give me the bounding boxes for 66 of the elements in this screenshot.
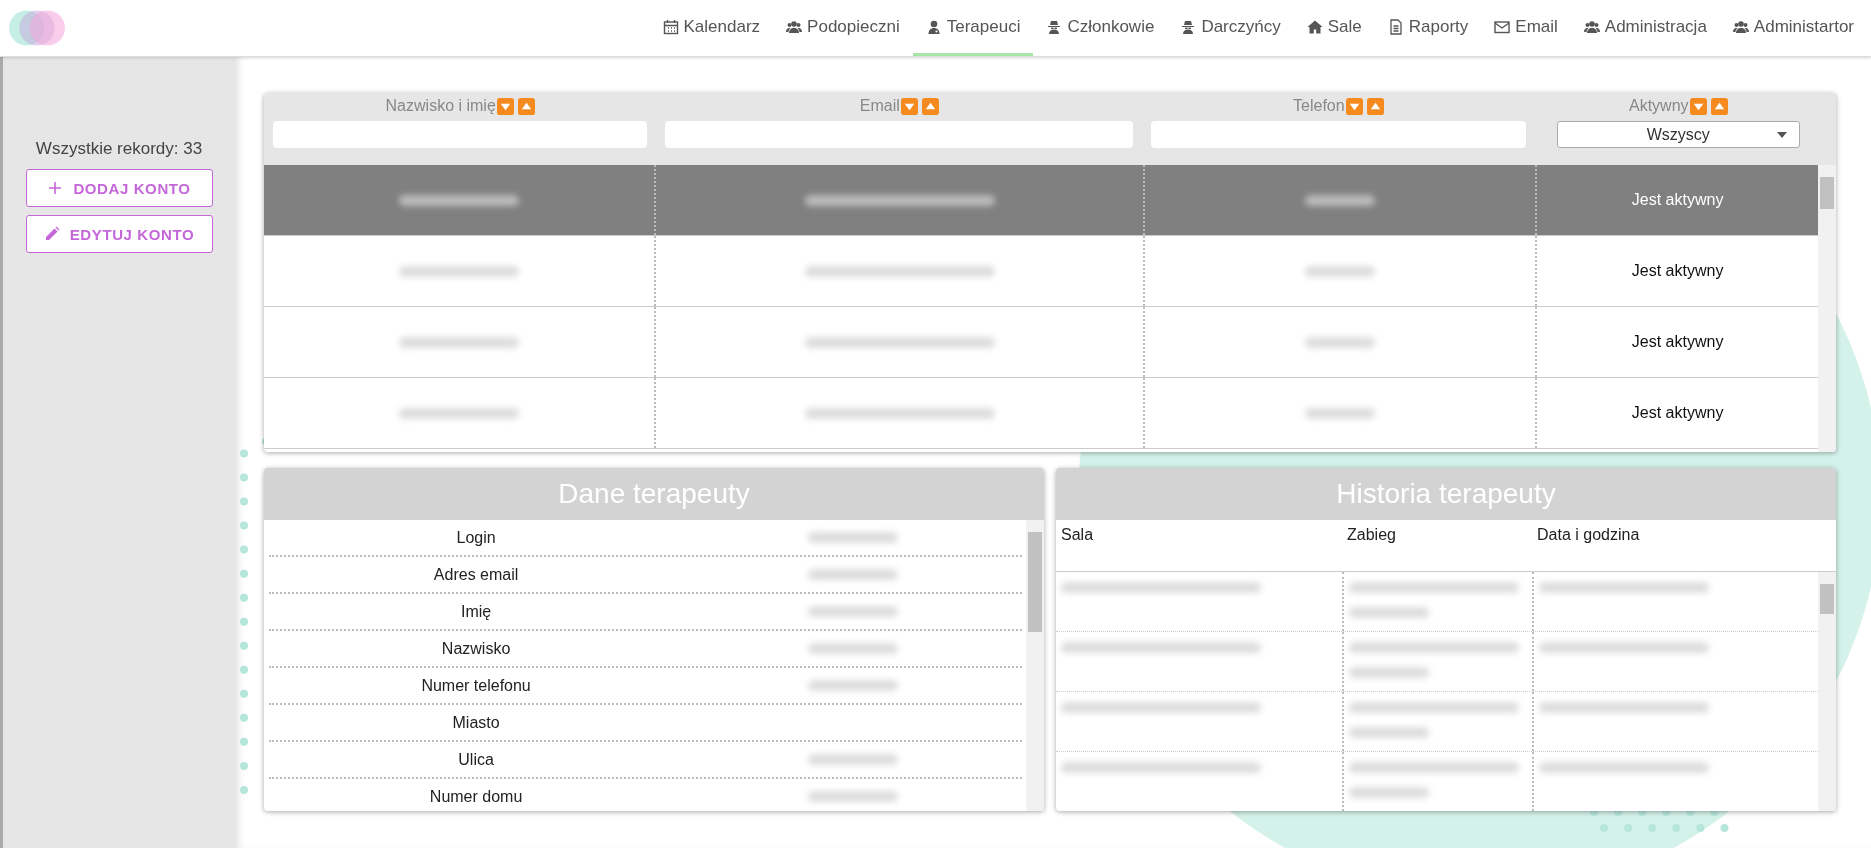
nav-tab[interactable]: Email (1481, 0, 1571, 56)
field-label: Nazwisko (440, 639, 512, 658)
field-label: Numer domu (428, 787, 524, 806)
column-header: Email (859, 97, 900, 115)
sort-ascending-icon[interactable] (1710, 97, 1728, 115)
nav-tab[interactable]: Terapeuci (912, 0, 1034, 56)
field-label: Miasto (451, 713, 501, 732)
scrollbar[interactable] (1818, 165, 1836, 452)
users-icon (1732, 18, 1749, 35)
field-label: Login (455, 528, 497, 547)
record-count: Wszystkie rekordy: 33 (35, 139, 203, 159)
table-row[interactable]: Jest aktywny (264, 378, 1818, 449)
column-header: Telefon (1293, 97, 1345, 115)
column-header: Sala (1060, 526, 1095, 545)
nav-tab[interactable]: Administracja (1570, 0, 1720, 56)
column-header: Aktywny (1629, 97, 1689, 115)
nav-tab[interactable]: Raporty (1374, 0, 1482, 56)
status-text: Jest aktywny (1631, 262, 1724, 280)
pencil-icon (43, 226, 60, 242)
nav-tab[interactable]: Administartor (1719, 0, 1867, 56)
status-text: Jest aktywny (1631, 404, 1724, 422)
field-label: Adres email (432, 565, 520, 584)
filter-field[interactable] (1151, 121, 1526, 148)
column-header: Zabieg (1346, 526, 1397, 545)
column-header: Nazwisko i imię (385, 97, 496, 115)
logo-icon (8, 9, 66, 47)
column-header: Data i godzina (1536, 526, 1641, 545)
field-label: Numer telefonu (420, 676, 532, 695)
status-text: Jest aktywny (1631, 333, 1724, 351)
scrollbar[interactable] (1818, 572, 1836, 811)
calendar-icon (662, 18, 679, 35)
status-dropdown[interactable]: Wszyscy (1557, 121, 1800, 148)
nav-tab[interactable]: Kalendarz (649, 0, 774, 56)
nav-tab[interactable]: Darczyńcy (1167, 0, 1294, 56)
blurred-text (1305, 407, 1376, 419)
field-label: Imię (459, 602, 493, 621)
sort-ascending-icon[interactable] (1366, 97, 1384, 115)
nav-tab[interactable]: Członkowie (1033, 0, 1168, 56)
filter-field[interactable] (273, 121, 648, 148)
sort-descending-icon[interactable] (1689, 97, 1707, 115)
plus-icon (47, 180, 64, 196)
home-icon (1306, 18, 1323, 35)
nav-tab[interactable]: Sale (1293, 0, 1375, 56)
table-row[interactable]: Jest aktywny (264, 236, 1818, 307)
sort-descending-icon[interactable] (496, 97, 514, 115)
table-row[interactable]: Jest aktywny (264, 307, 1818, 378)
sort-descending-icon[interactable] (1345, 97, 1363, 115)
hat-person-icon (1180, 18, 1197, 35)
status-text: Jest aktywny (1631, 191, 1724, 209)
users-icon (786, 18, 803, 35)
document-icon (1387, 18, 1404, 35)
scrollbar[interactable] (1026, 520, 1044, 811)
blurred-text (1305, 194, 1376, 206)
blurred-text (1305, 336, 1376, 348)
caret-icon (1776, 131, 1787, 138)
sort-ascending-icon[interactable] (517, 97, 535, 115)
filter-field[interactable] (665, 121, 1134, 148)
sort-ascending-icon[interactable] (921, 97, 939, 115)
table-row[interactable]: Jest aktywny (264, 165, 1818, 236)
hat-person-icon (1046, 18, 1063, 35)
field-label: Ulica (457, 750, 495, 769)
users-icon (1583, 18, 1600, 35)
blurred-text (1305, 265, 1376, 277)
sort-descending-icon[interactable] (900, 97, 918, 115)
nav-tab[interactable]: Podopieczni (773, 0, 913, 56)
envelope-icon (1494, 18, 1511, 35)
